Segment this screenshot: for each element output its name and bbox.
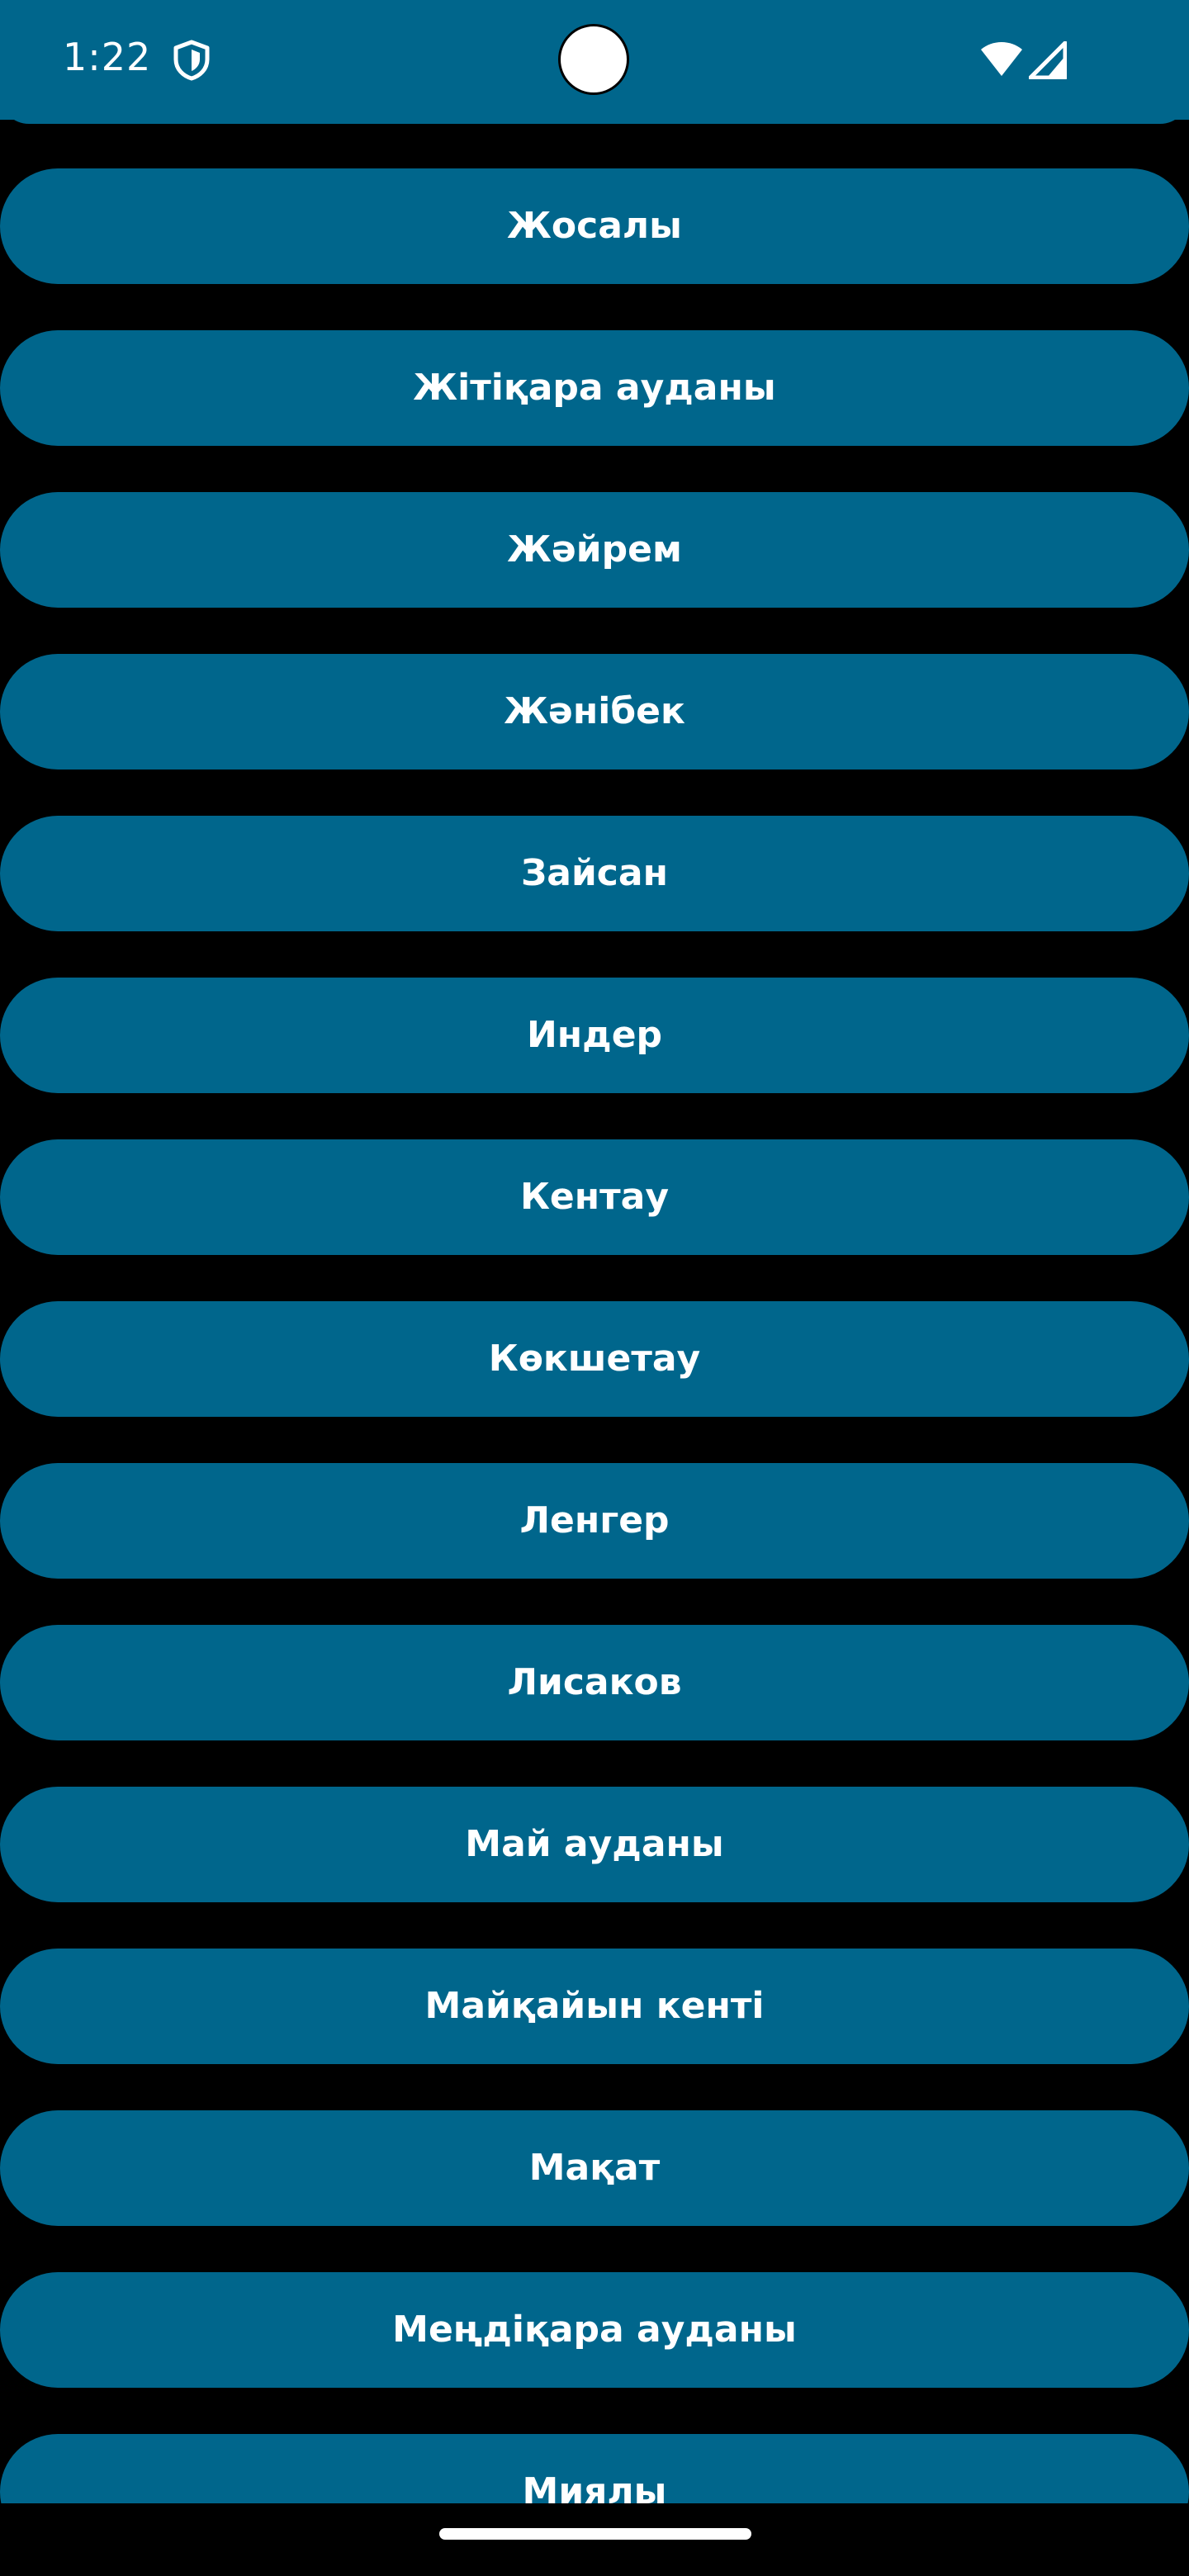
home-indicator[interactable] [439,2528,751,2540]
screen: 1:22 Жосалы Жітіқара ауданы Жәйрем Жәніб… [0,0,1189,2576]
city-button[interactable]: Көкшетау [0,1301,1189,1417]
city-button[interactable]: Мақат [0,2110,1189,2226]
status-time: 1:22 [63,35,152,79]
shield-icon [172,40,211,81]
city-button[interactable]: Жосалы [0,168,1189,284]
city-button[interactable]: Май ауданы [0,1787,1189,1902]
city-button[interactable]: Ленгер [0,1463,1189,1579]
cell-signal-icon [1028,40,1068,80]
city-button[interactable]: Индер [0,978,1189,1093]
city-button[interactable]: Миялы [0,2434,1189,2503]
city-button[interactable]: Зайсан [0,816,1189,931]
city-button[interactable]: Жітіқара ауданы [0,330,1189,446]
city-button[interactable]: Меңдіқара ауданы [0,2272,1189,2388]
city-button[interactable]: Жәйрем [0,492,1189,608]
navigation-bar [0,2503,1189,2576]
city-button[interactable]: Майқайын кенті [0,1949,1189,2064]
city-button[interactable]: Кентау [0,1139,1189,1255]
status-bar: 1:22 [0,0,1189,120]
camera-cutout [558,24,629,95]
city-button[interactable]: Лисаков [0,1625,1189,1740]
city-list: Жосалы Жітіқара ауданы Жәйрем Жәнібек За… [0,0,1189,2503]
city-button[interactable]: Жәнібек [0,654,1189,769]
wifi-icon [979,40,1024,78]
